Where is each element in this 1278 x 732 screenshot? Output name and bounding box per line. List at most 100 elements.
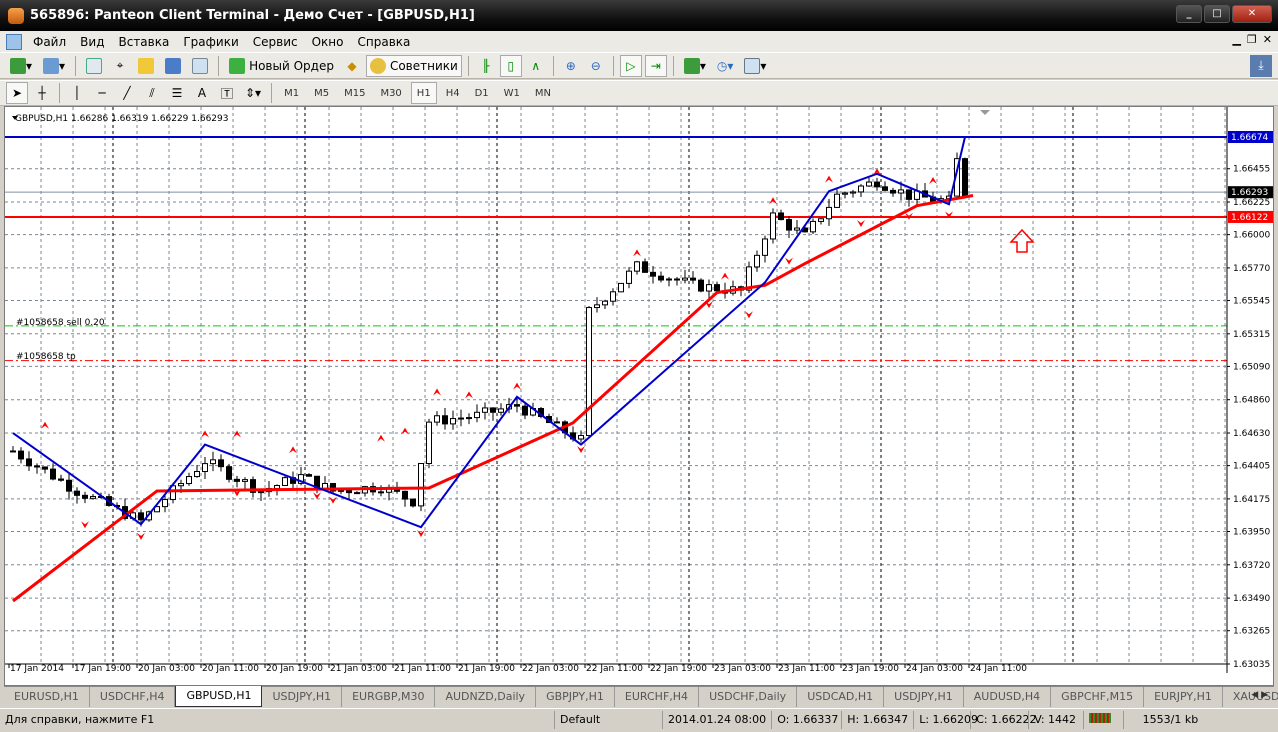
- bar-open: O: 1.66337: [771, 710, 841, 729]
- price-tick-label: 1.64630: [1233, 429, 1270, 439]
- chart-tab[interactable]: EURGBP,M30: [342, 687, 436, 707]
- candle-body: [226, 466, 232, 480]
- market-watch-icon[interactable]: [82, 55, 106, 77]
- chart-tab[interactable]: EURJPY,H1: [1144, 687, 1223, 707]
- tf-m5[interactable]: M5: [308, 82, 335, 104]
- fractal-down-icon: [329, 496, 337, 504]
- tf-d1[interactable]: D1: [469, 82, 495, 104]
- profiles-icon[interactable]: ▾: [39, 55, 69, 77]
- bar-chart-icon[interactable]: ╟: [475, 55, 497, 77]
- mdi-minimize-icon[interactable]: ▁: [1232, 33, 1240, 46]
- chart-tab[interactable]: EURCHF,H4: [615, 687, 700, 707]
- arrows-icon[interactable]: ⇕▾: [241, 82, 265, 104]
- indicators-icon[interactable]: ▾: [680, 55, 710, 77]
- fractal-up-icon: [633, 249, 641, 257]
- chart-tab[interactable]: USDCAD,H1: [797, 687, 885, 707]
- fibonacci-icon[interactable]: ☰: [166, 82, 188, 104]
- chart-tab[interactable]: USDCHF,H4: [90, 687, 176, 707]
- app-logo-icon: [8, 7, 24, 24]
- candle-body: [706, 284, 712, 292]
- price-tick-label: 1.65770: [1233, 264, 1270, 274]
- tf-mn[interactable]: MN: [529, 82, 557, 104]
- tf-m1[interactable]: M1: [278, 82, 305, 104]
- autoscroll-icon[interactable]: ▷: [619, 54, 642, 77]
- candle-body: [754, 254, 760, 268]
- candle-body: [346, 489, 352, 494]
- chart-window-icon[interactable]: [6, 33, 22, 50]
- line-chart-icon[interactable]: ∧: [525, 55, 547, 77]
- candle-body: [34, 465, 40, 468]
- candle-body: [906, 189, 912, 200]
- moving-average-line: [12, 194, 974, 603]
- chart-tab[interactable]: GBPJPY,H1: [536, 687, 615, 707]
- chart-shift-icon[interactable]: ⇥: [644, 54, 667, 77]
- crosshair-tool-icon[interactable]: ┼: [31, 82, 53, 104]
- price-tick-label: 1.64860: [1233, 396, 1270, 406]
- fractal-up-icon: [929, 177, 937, 185]
- chart-tab[interactable]: USDJPY,H1: [262, 687, 343, 707]
- templates-icon[interactable]: ▾: [740, 55, 770, 77]
- tf-w1[interactable]: W1: [498, 82, 526, 104]
- menu-insert[interactable]: Вставка: [111, 35, 176, 49]
- trendline-icon[interactable]: ╱: [116, 82, 138, 104]
- periods-icon[interactable]: ◷▾: [713, 55, 738, 77]
- menu-charts[interactable]: Графики: [176, 35, 245, 49]
- menu-tools[interactable]: Сервис: [246, 35, 305, 49]
- candle-body: [794, 227, 800, 231]
- menu-window[interactable]: Окно: [305, 35, 351, 49]
- candle-body: [770, 212, 776, 240]
- menu-file[interactable]: Файл: [26, 35, 73, 49]
- new-chart-icon[interactable]: ▾: [6, 55, 36, 77]
- chart-tab[interactable]: USDCHF,Daily: [699, 687, 798, 707]
- candle-body: [826, 206, 832, 220]
- tab-scroll-arrows[interactable]: ◀ ▶: [1251, 690, 1268, 700]
- terminal-icon[interactable]: [161, 55, 185, 77]
- equidistant-channel-icon[interactable]: ⫽: [141, 82, 163, 104]
- candle-body: [194, 471, 200, 478]
- maximize-button[interactable]: □: [1204, 5, 1230, 23]
- fractal-up-icon: [769, 197, 777, 205]
- chart-tab[interactable]: EURUSD,H1: [4, 687, 90, 707]
- chart-tab[interactable]: USDJPY,H1: [884, 687, 964, 707]
- zoom-out-icon[interactable]: ⊖: [585, 55, 607, 77]
- price-tick-label: 1.65545: [1233, 297, 1270, 307]
- mdi-close-icon[interactable]: ✕: [1263, 33, 1272, 46]
- fractal-down-icon: [417, 529, 425, 537]
- horizontal-line-icon[interactable]: ─: [91, 82, 113, 104]
- menu-help[interactable]: Справка: [351, 35, 418, 49]
- price-chart[interactable]: 1.66455 1.66225 1.66000 1.65770 1.65545 1.653…: [4, 106, 1274, 686]
- notifications-icon[interactable]: ⤓: [1250, 54, 1272, 77]
- experts-button[interactable]: Советники: [365, 54, 462, 77]
- candle-body: [466, 417, 472, 420]
- zoom-in-icon[interactable]: ⊕: [560, 55, 582, 77]
- minimize-button[interactable]: _: [1176, 5, 1202, 23]
- cursor-icon[interactable]: ➤: [6, 82, 28, 104]
- close-button[interactable]: ✕: [1232, 5, 1272, 23]
- crosshair-icon[interactable]: ⌖: [109, 55, 131, 77]
- price-tick-label: 1.63035: [1233, 660, 1270, 670]
- fractal-up-icon: [513, 382, 521, 390]
- tf-h4[interactable]: H4: [440, 82, 466, 104]
- mdi-restore-icon[interactable]: ❐: [1247, 33, 1257, 46]
- new-order-button[interactable]: Новый Ордер: [225, 55, 338, 77]
- candle-body: [714, 284, 720, 292]
- candlestick-icon[interactable]: ▯: [499, 54, 522, 77]
- chart-tab[interactable]: GBPUSD,H1: [175, 686, 263, 707]
- text-label-icon[interactable]: 🅃: [216, 82, 238, 104]
- chart-tab[interactable]: AUDUSD,H4: [964, 687, 1052, 707]
- navigator-icon[interactable]: [134, 55, 158, 77]
- window-title: 565896: Panteon Client Terminal - Демо С…: [30, 8, 475, 23]
- tf-m15[interactable]: M15: [338, 82, 371, 104]
- chart-tab[interactable]: GBPCHF,M15: [1051, 687, 1145, 707]
- tf-h1[interactable]: H1: [410, 82, 437, 104]
- text-tool-icon[interactable]: A: [191, 82, 213, 104]
- price-tick-label: 1.63950: [1233, 527, 1270, 537]
- candle-body: [882, 186, 888, 191]
- candle-body: [202, 463, 208, 473]
- tester-icon[interactable]: [188, 55, 212, 77]
- tf-m30[interactable]: M30: [374, 82, 407, 104]
- warning-icon[interactable]: ◆: [341, 55, 363, 77]
- menu-view[interactable]: Вид: [73, 35, 111, 49]
- vertical-line-icon[interactable]: │: [66, 82, 88, 104]
- chart-tab[interactable]: AUDNZD,Daily: [435, 687, 537, 707]
